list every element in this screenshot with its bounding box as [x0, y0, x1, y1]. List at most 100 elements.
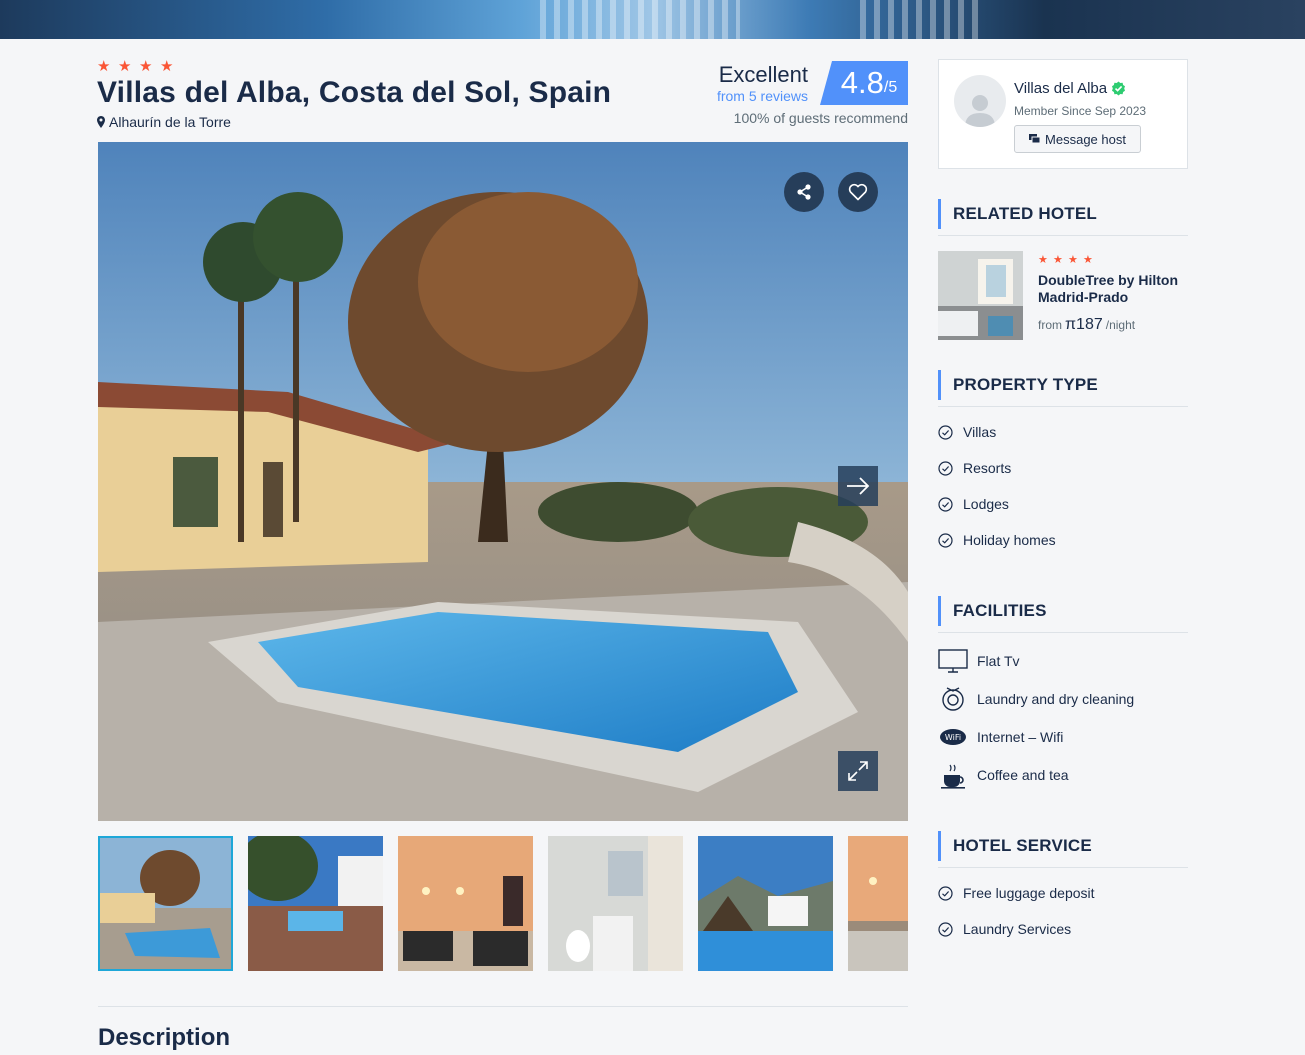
host-name[interactable]: Villas del Alba	[1014, 80, 1126, 97]
verified-check-icon	[1112, 81, 1126, 96]
heading-accent-bar	[938, 199, 941, 229]
facilities-heading: FACILITIES	[938, 596, 1188, 633]
related-hotel-heading: RELATED HOTEL	[938, 199, 1188, 236]
service-label: Free luggage deposit	[963, 885, 1095, 901]
heart-icon	[848, 183, 868, 201]
thumbnail-pool-view[interactable]	[698, 836, 833, 971]
heading-accent-bar	[938, 831, 941, 861]
property-type-list: Villas Resorts Lodges Holiday homes	[938, 414, 1188, 558]
fullscreen-button[interactable]	[838, 751, 878, 791]
location-text: Alhaurín de la Torre	[109, 114, 231, 130]
thumbnail-pool-villa[interactable]	[98, 836, 233, 971]
reviews-link[interactable]: from 5 reviews	[717, 88, 808, 104]
score-max: /5	[883, 79, 898, 96]
heading-accent-bar	[938, 370, 941, 400]
related-hotel-stars: ★ ★ ★ ★	[1038, 254, 1094, 265]
hotel-service-heading: HOTEL SERVICE	[938, 831, 1188, 868]
message-host-label: Message host	[1045, 131, 1126, 147]
review-score-badge: 4.8 /5	[820, 61, 908, 105]
host-card: Villas del Alba Member Since Sep 2023 Me…	[938, 59, 1188, 169]
hotel-service-list: Free luggage deposit Laundry Services	[938, 875, 1188, 947]
star-icon: ★	[1053, 253, 1063, 266]
related-hotel-price: from π187 /night	[1038, 316, 1135, 334]
user-icon	[965, 95, 995, 127]
related-hotel-name[interactable]: DoubleTree by Hilton Madrid-Prado	[1038, 272, 1188, 306]
facility-label: Laundry and dry cleaning	[977, 691, 1135, 707]
recommend-text: 100% of guests recommend	[733, 110, 908, 126]
facilities-title: FACILITIES	[953, 601, 1047, 620]
list-item: Coffee and tea	[938, 756, 1188, 794]
facility-label: Coffee and tea	[977, 767, 1069, 783]
hotel-service-title: HOTEL SERVICE	[953, 836, 1092, 855]
thumbnail-strip	[98, 836, 908, 971]
related-hotel-image[interactable]	[938, 251, 1023, 340]
service-label: Laundry Services	[963, 921, 1072, 937]
tv-icon	[938, 646, 968, 676]
thumbnail-bedroom-2[interactable]	[848, 836, 908, 971]
member-since: Member Since Sep 2023	[1014, 104, 1147, 118]
map-pin-icon	[97, 116, 105, 128]
rating-word: Excellent	[718, 62, 808, 87]
check-circle-icon	[938, 460, 953, 476]
wifi-icon: WiFi	[938, 722, 968, 752]
property-type-label: Villas	[963, 424, 997, 440]
property-type-heading: PROPERTY TYPE	[938, 370, 1188, 407]
check-circle-icon	[938, 532, 953, 548]
thumbnail-twin-bedroom[interactable]	[398, 836, 533, 971]
facility-label: Flat Tv	[977, 653, 1020, 669]
list-item[interactable]: Lodges	[938, 486, 1188, 522]
message-host-button[interactable]: Message host	[1014, 125, 1141, 153]
star-icon: ★	[1083, 253, 1093, 266]
star-icon: ★	[1038, 253, 1048, 266]
main-gallery-image[interactable]	[98, 142, 908, 821]
price-amount: π187	[1065, 316, 1103, 333]
host-name-text: Villas del Alba	[1014, 80, 1108, 97]
property-type-title: PROPERTY TYPE	[953, 375, 1098, 394]
arrow-right-icon	[847, 477, 870, 495]
description-heading: Description	[98, 1024, 231, 1051]
chat-icon	[1029, 133, 1041, 143]
expand-icon	[848, 761, 868, 781]
coffee-icon	[938, 760, 968, 790]
list-item: WiFi Internet – Wifi	[938, 718, 1188, 756]
next-image-button[interactable]	[838, 466, 878, 506]
check-circle-icon	[938, 921, 953, 937]
property-type-label: Lodges	[963, 496, 1009, 512]
star-icon: ★	[118, 57, 132, 75]
avatar	[954, 75, 1006, 127]
heading-accent-bar	[938, 596, 941, 626]
price-from-label: from	[1038, 318, 1062, 332]
star-icon: ★	[97, 57, 111, 75]
property-type-label: Resorts	[963, 460, 1012, 476]
list-item[interactable]: Holiday homes	[938, 522, 1188, 558]
facility-label: Internet – Wifi	[977, 729, 1064, 745]
check-circle-icon	[938, 496, 953, 512]
list-item: Laundry and dry cleaning	[938, 680, 1188, 718]
list-item[interactable]: Resorts	[938, 450, 1188, 486]
star-icon: ★	[139, 57, 153, 75]
star-icon: ★	[1068, 253, 1078, 266]
wishlist-button[interactable]	[838, 172, 878, 212]
review-summary: Excellent from 5 reviews	[717, 62, 808, 104]
price-per-night: /night	[1105, 318, 1136, 332]
hotel-title: Villas del Alba, Costa del Sol, Spain	[97, 76, 612, 109]
check-circle-icon	[938, 424, 953, 440]
svg-text:WiFi: WiFi	[945, 733, 961, 742]
share-button[interactable]	[784, 172, 824, 212]
share-icon	[797, 184, 811, 200]
list-item: Free luggage deposit	[938, 875, 1188, 911]
star-icon: ★	[160, 57, 174, 75]
score-value: 4.8	[840, 65, 884, 100]
hero-banner-image	[0, 0, 1305, 39]
hotel-location: Alhaurín de la Torre	[97, 114, 231, 130]
content-divider	[98, 1006, 908, 1007]
list-item: Laundry Services	[938, 911, 1188, 947]
check-circle-icon	[938, 885, 953, 901]
related-hotel-title: RELATED HOTEL	[953, 204, 1097, 223]
thumbnail-bathroom[interactable]	[548, 836, 683, 971]
laundry-icon	[938, 684, 968, 714]
list-item[interactable]: Villas	[938, 414, 1188, 450]
related-hotel-card[interactable]: ★ ★ ★ ★ DoubleTree by Hilton Madrid-Prad…	[938, 251, 1188, 340]
list-item: Flat Tv	[938, 642, 1188, 680]
thumbnail-terrace-pool[interactable]	[248, 836, 383, 971]
